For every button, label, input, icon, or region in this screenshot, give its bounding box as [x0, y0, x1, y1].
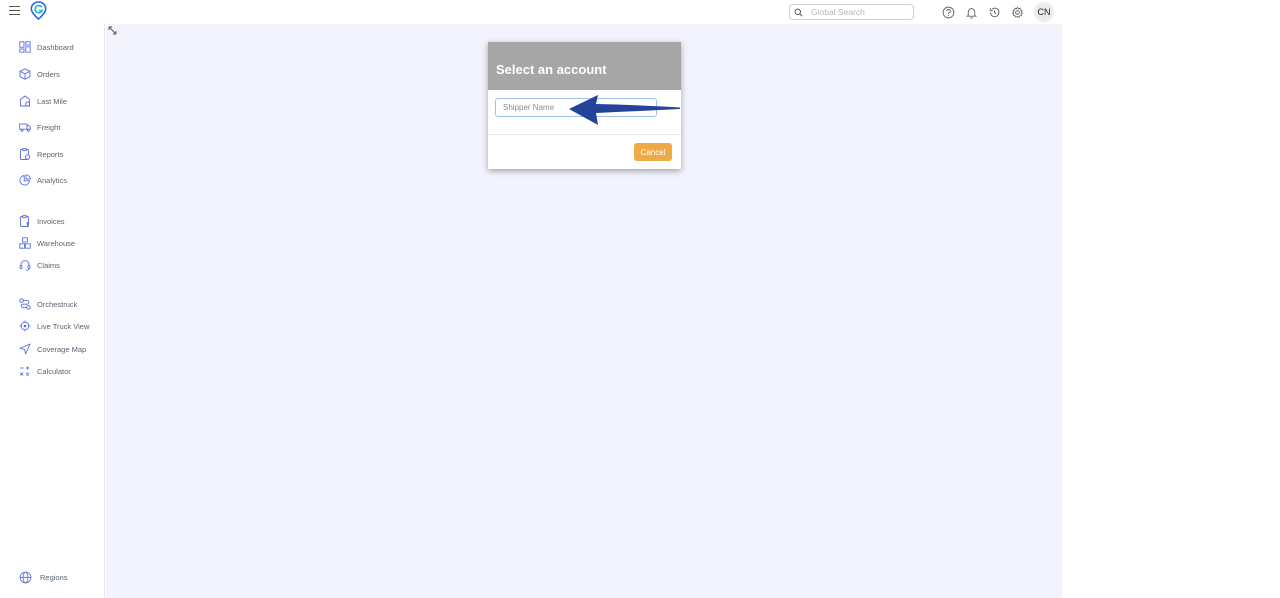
help-icon[interactable]: [941, 5, 955, 19]
sidebar-item-claims[interactable]: Claims: [18, 258, 60, 272]
sidebar-item-label: Regions: [40, 572, 68, 582]
invoice-icon: [18, 215, 31, 228]
sidebar-item-orders[interactable]: Orders: [18, 67, 60, 81]
box-icon: [18, 68, 31, 81]
modal-body: [488, 90, 681, 135]
sidebar-item-freight[interactable]: Freight: [18, 120, 60, 134]
modal-title: Select an account: [496, 62, 607, 77]
sidebar-item-dashboard[interactable]: Dashboard: [18, 40, 74, 54]
modal-header: Select an account: [488, 42, 681, 90]
shipper-name-input[interactable]: [495, 98, 657, 117]
sidebar-item-label: Freight: [37, 122, 61, 132]
user-avatar[interactable]: CN: [1034, 2, 1054, 22]
expand-icon[interactable]: [108, 26, 117, 35]
sidebar-item-label: Orders: [37, 69, 60, 79]
analytics-icon: [18, 174, 31, 187]
app-window: CN Dashboard Orders Last Mile Freight Re…: [0, 0, 1280, 598]
history-icon[interactable]: [987, 5, 1001, 19]
headset-icon: [18, 259, 31, 272]
dashboard-icon: [18, 41, 31, 54]
select-account-modal: Select an account Cancel: [488, 42, 681, 169]
sidebar-item-label: Warehouse: [37, 238, 76, 248]
bell-icon[interactable]: [964, 5, 978, 19]
route-icon: [18, 298, 31, 311]
sidebar-item-coverage-map[interactable]: Coverage Map: [18, 342, 86, 356]
sidebar-item-label: Claims: [37, 260, 60, 270]
sidebar-item-label: Coverage Map: [37, 344, 87, 354]
gear-icon[interactable]: [1010, 5, 1024, 19]
sidebar-item-warehouse[interactable]: Warehouse: [18, 236, 75, 250]
hamburger-menu-icon[interactable]: [9, 6, 20, 17]
sidebar-item-label: Invoices: [37, 216, 65, 226]
last-mile-icon: [18, 95, 31, 108]
sidebar-item-label: Calculator: [37, 366, 71, 376]
calculator-icon: [18, 365, 31, 378]
top-bar: CN: [0, 0, 1062, 24]
sidebar-item-analytics[interactable]: Analytics: [18, 173, 67, 187]
truck-icon: [18, 121, 31, 134]
globe-icon: [18, 570, 32, 584]
sidebar-item-label: Last Mile: [37, 96, 68, 106]
search-input[interactable]: [811, 7, 909, 17]
sidebar-item-regions[interactable]: Regions: [18, 570, 68, 584]
sidebar-item-live-truck-view[interactable]: Live Truck View: [18, 319, 89, 333]
sidebar: Dashboard Orders Last Mile Freight Repor…: [0, 24, 105, 598]
global-search[interactable]: [789, 4, 914, 20]
warehouse-icon: [18, 237, 31, 250]
sidebar-item-label: Live Truck View: [37, 321, 90, 331]
sidebar-item-label: Reports: [37, 149, 64, 159]
sidebar-item-orchestruck[interactable]: Orchestruck: [18, 297, 77, 311]
sidebar-item-label: Analytics: [37, 175, 68, 185]
target-icon: [18, 320, 31, 333]
sidebar-item-reports[interactable]: Reports: [18, 147, 63, 161]
sidebar-item-calculator[interactable]: Calculator: [18, 364, 71, 378]
sidebar-item-last-mile[interactable]: Last Mile: [18, 94, 67, 108]
sidebar-item-label: Orchestruck: [37, 299, 78, 309]
search-icon: [794, 8, 803, 16]
sidebar-item-label: Dashboard: [37, 42, 74, 52]
brand-logo-icon[interactable]: [30, 1, 47, 21]
cancel-button[interactable]: Cancel: [634, 143, 672, 161]
navigation-icon: [18, 343, 31, 356]
reports-icon: [18, 148, 31, 161]
sidebar-item-invoices[interactable]: Invoices: [18, 214, 65, 228]
